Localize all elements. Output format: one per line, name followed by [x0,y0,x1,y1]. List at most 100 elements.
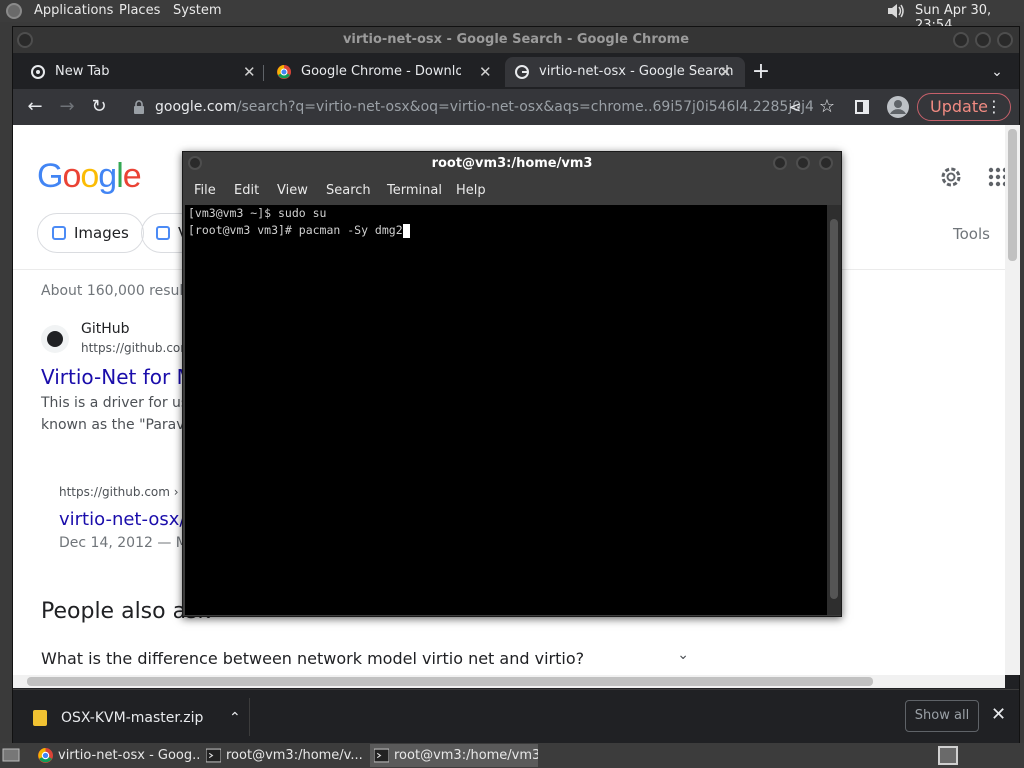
show-all-button[interactable]: Show all [905,700,979,732]
tools-button[interactable]: Tools [953,225,990,243]
menu-search[interactable]: Search [326,183,371,198]
close-tab-icon[interactable]: ✕ [243,57,256,87]
more-menu-icon[interactable]: ⋮ [986,94,1002,120]
workspace-switcher[interactable] [938,746,958,765]
terminal-command: [root@vm3 vm3]# pacman -Sy dmg2 [188,223,403,237]
terminal-window: root@vm3:/home/vm3 File Edit View Search… [182,151,842,617]
tab-search-chevron-icon[interactable]: ⌄ [985,60,1009,84]
address-bar[interactable]: google.com/search?q=virtio-net-osx&oq=vi… [123,93,813,121]
tab-new-tab[interactable]: New Tab ✕ [21,57,261,87]
taskbar: virtio-net-osx - Goog... root@vm3:/home/… [0,743,1024,768]
maximize-button[interactable] [796,156,810,170]
terminal-icon [206,748,221,763]
terminal-title[interactable]: root@vm3:/home/vm3 [183,152,841,176]
tab-google-search[interactable]: virtio-net-osx - Google Search ✕ [505,57,745,87]
lock-icon[interactable] [133,100,145,114]
forward-button[interactable]: → [55,95,79,119]
window-menu-icon[interactable] [17,32,33,48]
menu-edit[interactable]: Edit [234,183,259,198]
url-text: google.com/search?q=virtio-net-osx&oq=vi… [155,93,813,121]
result-site-name: GitHub [81,321,130,337]
distro-logo-icon[interactable] [6,3,22,19]
volume-icon[interactable] [886,2,906,20]
top-panel: Applications Places System Sun Apr 30, 2… [0,0,1024,33]
github-icon [41,325,69,353]
new-tab-button[interactable]: + [749,60,773,84]
minimize-button[interactable] [773,156,787,170]
minimize-button[interactable] [953,32,969,48]
terminal-screen[interactable]: [vm3@vm3 ~]$ sudo su [root@vm3 vm3]# pac… [185,205,827,615]
google-apps-icon[interactable] [988,167,1005,187]
divider [249,698,250,736]
taskbar-item-label: root@vm3:/home/vm3 [394,748,538,763]
scrollbar-thumb[interactable] [1008,129,1017,261]
tab-separator [263,65,264,81]
chip-label: Images [74,224,129,242]
profile-avatar-icon[interactable] [887,96,909,118]
result-site-url[interactable]: https://github.com [81,341,192,355]
reload-button[interactable]: ↻ [87,95,111,119]
update-button[interactable]: Update ⋮ [917,93,1011,121]
close-tab-icon[interactable]: ✕ [479,57,492,87]
close-tab-icon[interactable]: ✕ [719,57,732,87]
taskbar-item-terminal-active[interactable]: root@vm3:/home/vm3 [370,744,538,767]
menu-help[interactable]: Help [456,183,486,198]
tab-label: Google Chrome - Download th [301,64,461,79]
vertical-scrollbar[interactable] [1005,125,1020,675]
chrome-tab-icon [31,65,45,79]
taskbar-item-label: root@vm3:/home/v... [226,748,363,763]
menu-file[interactable]: File [194,183,216,198]
chrome-logo-icon [277,65,291,79]
menu-system[interactable]: System [173,3,221,18]
terminal-scrollbar[interactable] [827,205,841,615]
text-cursor [402,223,410,238]
close-downloads-icon[interactable]: ✕ [991,704,1006,725]
google-g-icon [515,65,529,79]
chrome-icon [38,748,53,763]
menu-view[interactable]: View [277,183,308,198]
toolbar: ← → ↻ google.com/search?q=virtio-net-osx… [13,89,1019,125]
menu-applications[interactable]: Applications [34,3,113,18]
tab-strip: New Tab ✕ Google Chrome - Download th ✕ … [13,55,1019,89]
share-icon[interactable]: ⋖ [783,95,807,119]
chrome-window-title[interactable]: virtio-net-osx - Google Search - Google … [13,27,1019,53]
scrollbar-thumb[interactable] [830,219,838,599]
sub-result-title-link[interactable]: virtio-net-osx/ [59,509,185,530]
horizontal-scrollbar[interactable] [13,675,1005,688]
google-logo[interactable]: Google [37,157,142,196]
close-window-button[interactable] [819,156,833,170]
back-button[interactable]: ← [23,95,47,119]
downloads-bar: OSX-KVM-master.zip ⌃ Show all ✕ [13,689,1019,743]
chip-images[interactable]: Images [37,213,144,253]
close-window-button[interactable] [997,32,1013,48]
taskbar-item-terminal[interactable]: root@vm3:/home/v... [202,744,366,767]
tab-chrome-download[interactable]: Google Chrome - Download th ✕ [267,57,497,87]
url-host: google.com [155,99,237,115]
chevron-up-icon[interactable]: ⌃ [229,702,241,734]
terminal-line: [vm3@vm3 ~]$ sudo su [188,206,327,220]
menu-terminal[interactable]: Terminal [387,183,442,198]
terminal-menu-bar: File Edit View Search Terminal Help [183,178,841,204]
side-panel-icon[interactable] [855,100,869,114]
tab-label: virtio-net-osx - Google Search [539,64,734,79]
scrollbar-thumb[interactable] [27,677,873,686]
download-item[interactable]: OSX-KVM-master.zip ⌃ [25,702,247,734]
menu-places[interactable]: Places [119,3,160,18]
taskbar-item-label: virtio-net-osx - Goog... [58,748,200,763]
download-file-name: OSX-KVM-master.zip [61,710,204,726]
faq-question-text: What is the difference between network m… [41,649,585,668]
video-icon [156,226,170,240]
maximize-button[interactable] [975,32,991,48]
update-label: Update [930,97,988,116]
faq-question[interactable]: What is the difference between network m… [41,647,693,675]
taskbar-item-chrome[interactable]: virtio-net-osx - Goog... [34,744,200,767]
result-count: About 160,000 results [41,283,197,299]
bookmark-star-icon[interactable]: ☆ [815,95,839,119]
terminal-icon [374,748,389,763]
show-desktop-icon[interactable] [2,747,20,763]
tab-label: New Tab [55,64,110,79]
sub-result-url: https://github.com › virt [59,485,203,499]
url-path: /search?q=virtio-net-osx&oq=virtio-net-o… [236,99,813,115]
chevron-down-icon[interactable]: ⌄ [677,647,689,663]
settings-gear-icon[interactable] [939,165,963,189]
